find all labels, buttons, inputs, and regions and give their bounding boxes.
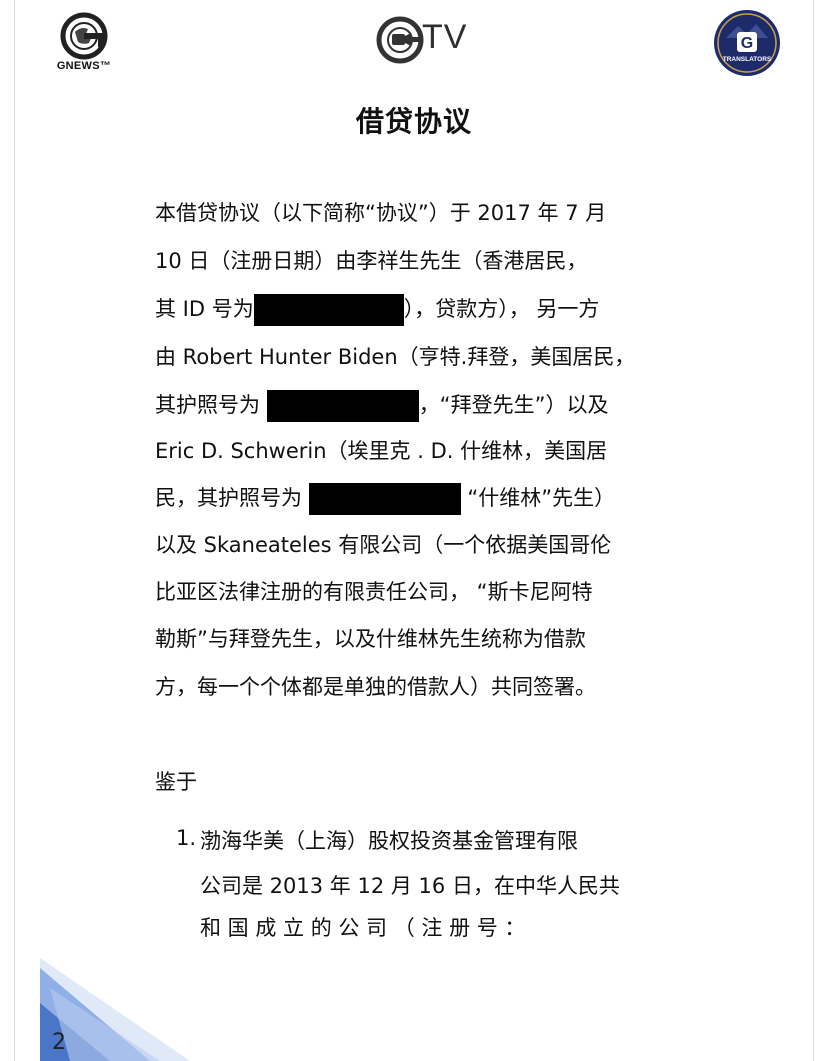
redaction-bar — [266, 390, 419, 422]
paragraph-line: 方，每一个个体都是单独的借款人）共同签署。 — [155, 675, 596, 699]
paragraph-line: 本借贷协议（以下简称“协议”）于 2017 年 7 月 — [155, 201, 607, 225]
page-left-edge — [14, 0, 15, 1061]
line-text: ），贷款方）， 另一方 — [403, 297, 600, 321]
gtv-logo: TV — [376, 14, 472, 66]
paragraph-line: 由 Robert Hunter Biden（亨特.拜登，美国居民， — [155, 345, 636, 369]
list-item-line: 公司是 2013 年 12 月 16 日，在中华人民共 — [200, 874, 620, 898]
section-heading: 鉴于 — [155, 770, 197, 794]
paragraph-line: 民，其护照号为 “什维林”先生） — [155, 483, 615, 515]
gtv-g-icon — [376, 16, 424, 64]
gnews-globe-icon — [60, 12, 108, 60]
g-translators-badge: G TRANSLATORS — [712, 8, 782, 78]
svg-text:G: G — [741, 35, 753, 52]
line-text: 其 ID 号为 — [155, 297, 254, 321]
paragraph-line: 10 日（注册日期）由李祥生先生（香港居民， — [155, 249, 588, 273]
line-text: ，“拜登先生”）以及 — [418, 393, 609, 417]
line-text: 民，其护照号为 — [155, 486, 302, 510]
gnews-logo-label: GNEWS™ — [56, 60, 112, 72]
list-item-line: 和 国 成 立 的 公 司 （ 注 册 号 ： — [200, 916, 526, 940]
paragraph-line: 比亚区法律注册的有限责任公司， “斯卡尼阿特 — [155, 580, 593, 604]
list-item-number: 1. — [176, 826, 197, 850]
paragraph-line: 以及 Skaneateles 有限公司（一个依据美国哥伦 — [155, 533, 612, 557]
redaction-bar — [253, 294, 404, 326]
line-text: “什维林”先生） — [467, 486, 616, 510]
page-right-edge — [813, 0, 814, 1061]
line-text: 其护照号为 — [155, 393, 260, 417]
paragraph-line: 勒斯”与拜登先生，以及什维林先生统称为借款 — [155, 627, 586, 651]
page-number: 2 — [52, 1030, 66, 1055]
gtv-logo-text: TV — [422, 18, 468, 56]
paragraph-line: Eric D. Schwerin（埃里克 . D. 什维林，美国居 — [155, 439, 608, 463]
translators-badge-icon: G TRANSLATORS — [714, 10, 780, 76]
document-title: 借贷协议 — [355, 105, 472, 138]
translators-badge-label: TRANSLATORS — [723, 56, 772, 63]
redaction-bar — [308, 483, 461, 515]
list-item-line: 渤海华美（上海）股权投资基金管理有限 — [200, 829, 578, 853]
gnews-logo: GNEWS™ — [48, 12, 120, 78]
paragraph-line: 其 ID 号为 ），贷款方）， 另一方 — [155, 294, 599, 326]
paragraph-line: 其护照号为 ，“拜登先生”）以及 — [155, 390, 608, 422]
